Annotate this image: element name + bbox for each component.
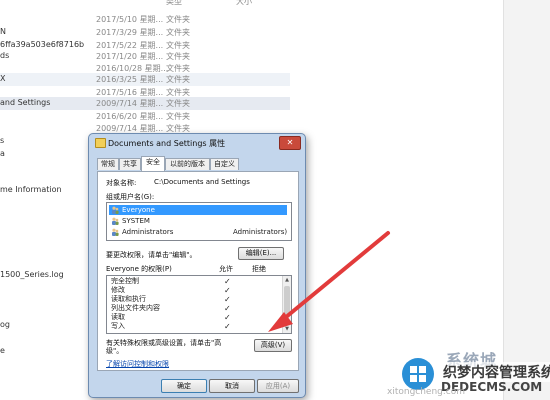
list-item[interactable]: s: [0, 136, 4, 145]
check-icon: ✓: [224, 313, 231, 322]
tab-general[interactable]: 常规: [97, 158, 119, 170]
allow-column-header: 允许: [219, 265, 233, 273]
users-group-icon: [112, 228, 119, 236]
tab-customize[interactable]: 自定义: [210, 158, 239, 170]
list-item[interactable]: a: [0, 149, 5, 158]
check-icon: ✓: [224, 295, 231, 304]
check-icon: ✓: [224, 322, 231, 331]
properties-dialog: Documents and Settings 属性 ✕ 常规 共享 安全 以前的…: [88, 133, 306, 398]
permission-row: 完全控制 ✓: [111, 277, 231, 286]
permission-row: 读取 ✓: [111, 313, 231, 322]
close-icon: ✕: [286, 138, 294, 147]
learn-access-control-link[interactable]: 了解访问控制和权限: [106, 359, 169, 369]
watermark-site-cn: 织梦内容管理系统: [443, 362, 550, 382]
permissions-header: Everyone 的权限(P) 允许 拒绝: [106, 264, 290, 274]
security-panel: 对象名称: C:\Documents and Settings 组或用户名(G)…: [97, 171, 299, 371]
column-header-size[interactable]: 大小: [236, 0, 252, 7]
folder-icon: [95, 138, 106, 148]
explorer-right-pane: [503, 0, 550, 400]
user-row-everyone[interactable]: Everyone: [109, 205, 287, 215]
scroll-down-icon[interactable]: ▼: [284, 326, 290, 332]
permission-row: 列出文件夹内容 ✓: [111, 304, 231, 313]
group-label: 组或用户名(G):: [106, 193, 155, 201]
special-permissions-hint-cont: 级"。: [106, 347, 124, 355]
dialog-titlebar[interactable]: Documents and Settings 属性 ✕: [89, 134, 305, 152]
close-button[interactable]: ✕: [279, 136, 301, 150]
permission-row: 修改 ✓: [111, 286, 231, 295]
file-row-selected[interactable]: and Settings 2009/7/14 星期... 文件夹: [0, 97, 290, 110]
tab-sharing[interactable]: 共享: [119, 158, 141, 170]
permission-row: 写入 ✓: [111, 322, 231, 331]
object-name-value: C:\Documents and Settings: [154, 178, 250, 186]
check-icon: ✓: [224, 277, 231, 286]
users-list[interactable]: Everyone SYSTEM Administrators Administr…: [106, 202, 292, 241]
permissions-scrollbar[interactable]: ▲ ▼: [282, 276, 291, 333]
permission-row: 读取和执行 ✓: [111, 295, 231, 304]
ok-button[interactable]: 确定: [161, 379, 207, 393]
tab-security[interactable]: 安全: [141, 156, 165, 171]
windows-logo-icon: [402, 358, 434, 390]
column-header-type[interactable]: 类型: [166, 0, 182, 7]
cancel-button[interactable]: 取消: [209, 379, 255, 393]
user-row-system[interactable]: SYSTEM: [109, 216, 287, 226]
list-item[interactable]: me Information: [0, 185, 62, 194]
advanced-button[interactable]: 高级(V): [254, 339, 292, 352]
check-icon: ✓: [224, 304, 231, 313]
file-row[interactable]: 2017/5/10 星期... 文件夹: [0, 13, 290, 26]
permissions-list[interactable]: 完全控制 ✓ 修改 ✓ 读取和执行 ✓ 列出文件夹内容 ✓ 读取 ✓ 写入 ✓: [106, 275, 292, 334]
apply-button[interactable]: 应用(A): [257, 379, 299, 393]
scroll-thumb[interactable]: [284, 286, 290, 314]
special-permissions-hint: 有关特殊权限或高级设置，请单击"高: [106, 339, 222, 347]
file-row[interactable]: X 2016/3/25 星期... 文件夹: [0, 73, 290, 86]
user-row-administrators[interactable]: Administrators Administrators): [109, 227, 287, 237]
file-row[interactable]: N 2017/3/29 星期... 文件夹: [0, 26, 290, 39]
dialog-title: Documents and Settings 属性: [108, 139, 226, 148]
object-name-label: 对象名称:: [106, 179, 137, 187]
scroll-up-icon[interactable]: ▲: [284, 277, 290, 283]
deny-column-header: 拒绝: [252, 265, 266, 273]
tab-previous-versions[interactable]: 以前的版本: [165, 158, 210, 170]
permissions-label: Everyone 的权限(P): [106, 265, 172, 273]
check-icon: ✓: [224, 286, 231, 295]
users-group-icon: [112, 217, 119, 225]
users-group-icon: [112, 206, 119, 214]
change-permissions-hint: 要更改权限，请单击"编辑"。: [106, 251, 197, 259]
list-item[interactable]: e: [0, 346, 5, 355]
list-item[interactable]: 1500_Series.log: [0, 270, 64, 279]
watermark-url: xitongcheng.com: [387, 387, 465, 397]
edit-button[interactable]: 编辑(E)...: [238, 247, 284, 260]
list-item[interactable]: og: [0, 320, 10, 329]
